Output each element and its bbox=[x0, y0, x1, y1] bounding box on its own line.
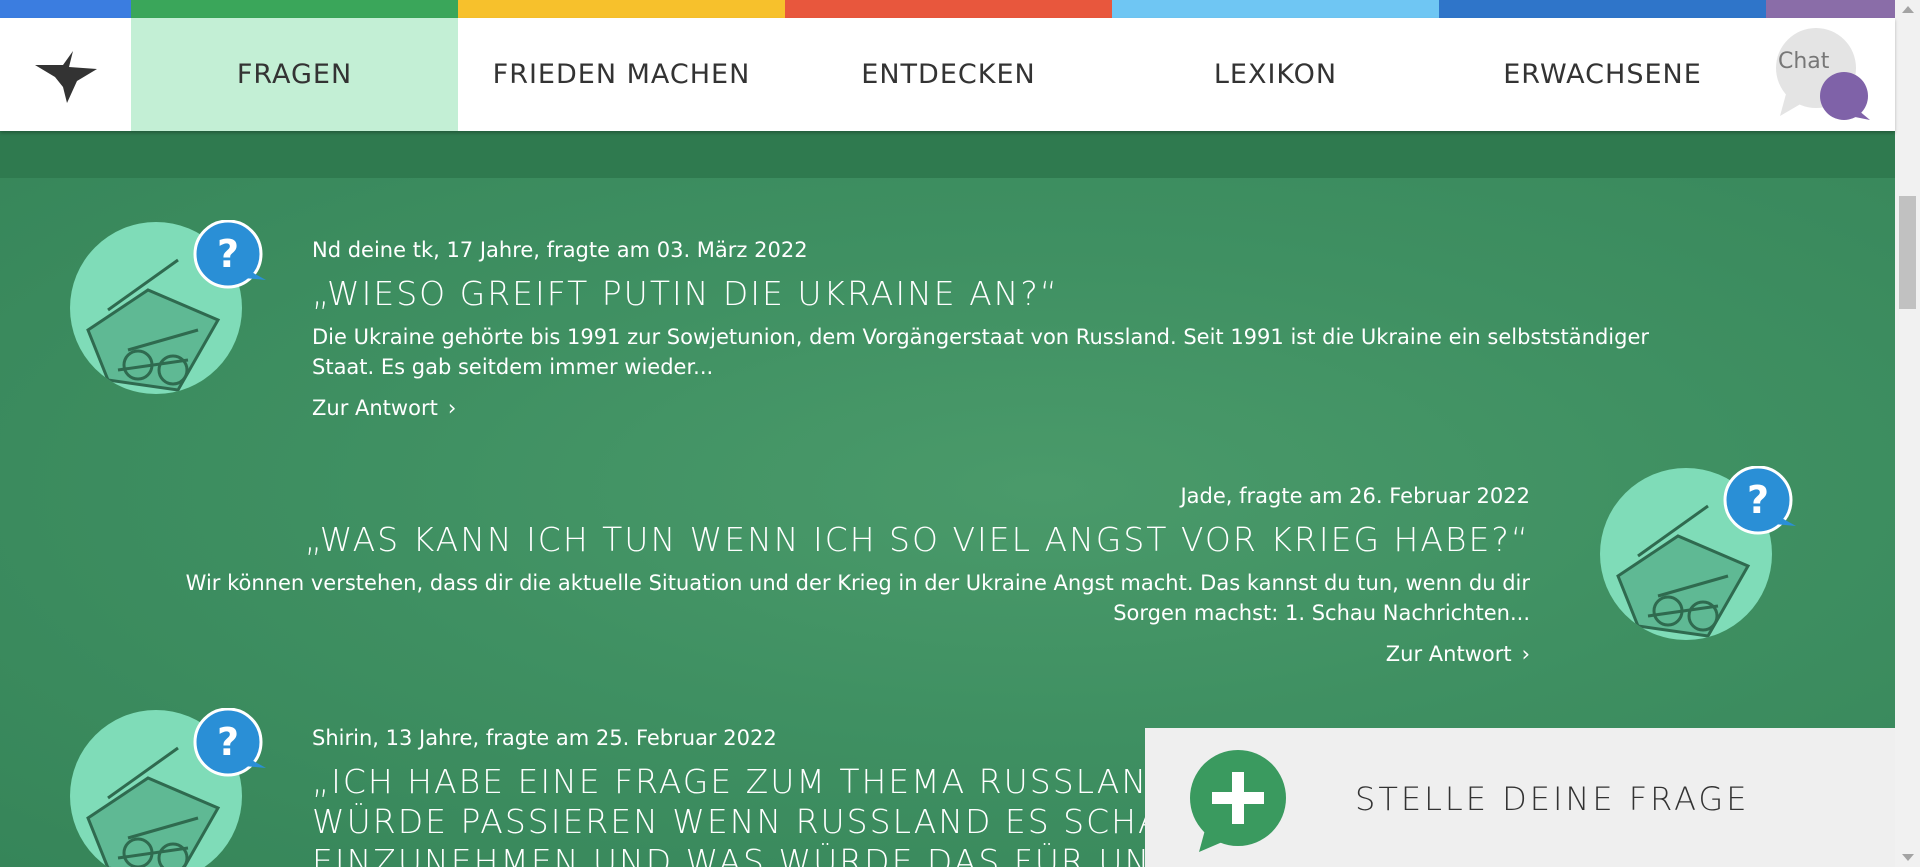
nav-entdecken[interactable]: ENTDECKEN bbox=[785, 18, 1112, 131]
strip-segment bbox=[0, 0, 131, 18]
question-item: Nd deine tk, 17 Jahre, fragte am 03. Mär… bbox=[312, 238, 1672, 420]
question-meta: Jade, fragte am 26. Februar 2022 bbox=[1180, 484, 1530, 508]
svg-text:?: ? bbox=[217, 720, 239, 764]
question-title[interactable]: „WAS KANN ICH TUN WENN ICH SO VIEL ANGST… bbox=[150, 520, 1530, 560]
plus-bubble-icon bbox=[1190, 750, 1286, 852]
chat-bubble-icon: Chat bbox=[1776, 28, 1870, 120]
question-item: Jade, fragte am 26. Februar 2022 „WAS KA… bbox=[150, 484, 1530, 666]
strip-segment bbox=[131, 0, 458, 18]
svg-text:?: ? bbox=[1747, 478, 1769, 522]
vertical-scrollbar[interactable] bbox=[1895, 0, 1920, 867]
question-title[interactable]: „WIESO GREIFT PUTIN DIE UKRAINE AN?“ bbox=[312, 274, 1672, 314]
tank-avatar-icon: ? bbox=[1600, 465, 1796, 640]
excerpt-line: Die Ukraine gehörte bis 1991 zur Sowjetu… bbox=[312, 325, 1649, 349]
nav-frieden-machen[interactable]: FRIEDEN MACHEN bbox=[458, 18, 785, 131]
nav-lexikon[interactable]: LEXIKON bbox=[1112, 18, 1439, 131]
strip-segment bbox=[1112, 0, 1439, 18]
top-navigation: FRAGEN FRIEDEN MACHEN ENTDECKEN LEXIKON … bbox=[0, 18, 1895, 131]
nav-erwachsene[interactable]: ERWACHSENE bbox=[1439, 18, 1766, 131]
chevron-right-icon: › bbox=[1521, 642, 1530, 666]
strip-segment bbox=[1439, 0, 1766, 18]
answer-link-label: Zur Antwort bbox=[1385, 642, 1512, 666]
ask-question-button[interactable]: STELLE DEINE FRAGE bbox=[1145, 728, 1895, 867]
excerpt-line: Wir können verstehen, dass dir die aktue… bbox=[185, 571, 1530, 595]
chat-label: Chat bbox=[1778, 49, 1830, 74]
question-avatar: ? bbox=[68, 707, 268, 867]
nav-fragen[interactable]: FRAGEN bbox=[131, 18, 458, 131]
strip-segment bbox=[458, 0, 785, 18]
question-avatar: ? bbox=[1598, 465, 1798, 641]
svg-text:?: ? bbox=[217, 232, 239, 276]
strip-segment bbox=[1766, 0, 1895, 18]
chat-button[interactable]: Chat bbox=[1766, 18, 1895, 131]
question-meta: Nd deine tk, 17 Jahre, fragte am 03. Mär… bbox=[312, 238, 808, 262]
answer-link-label: Zur Antwort bbox=[312, 396, 438, 420]
answer-link[interactable]: Zur Antwort › bbox=[312, 396, 456, 420]
scroll-thumb[interactable] bbox=[1899, 196, 1916, 309]
question-avatar: ? bbox=[68, 219, 268, 395]
tank-avatar-icon: ? bbox=[70, 219, 266, 394]
dove-logo-icon bbox=[34, 50, 97, 103]
chevron-right-icon: › bbox=[447, 396, 457, 420]
strip-segment bbox=[785, 0, 1112, 18]
scroll-down-arrow-icon[interactable] bbox=[1902, 854, 1914, 861]
excerpt-line: Sorgen machst: 1. Schau Nachrichten... bbox=[1113, 601, 1530, 625]
excerpt-line: Staat. Es gab seitdem immer wieder... bbox=[312, 355, 714, 379]
question-excerpt: Die Ukraine gehörte bis 1991 zur Sowjetu… bbox=[312, 322, 1672, 382]
scroll-up-arrow-icon[interactable] bbox=[1902, 6, 1914, 13]
ask-question-label: STELLE DEINE FRAGE bbox=[1355, 780, 1750, 818]
color-strip bbox=[0, 0, 1895, 18]
answer-link[interactable]: Zur Antwort › bbox=[1386, 642, 1530, 666]
home-logo[interactable] bbox=[0, 18, 131, 131]
header-band bbox=[0, 131, 1895, 178]
question-excerpt: Wir können verstehen, dass dir die aktue… bbox=[150, 568, 1530, 628]
tank-avatar-icon: ? bbox=[70, 707, 266, 867]
